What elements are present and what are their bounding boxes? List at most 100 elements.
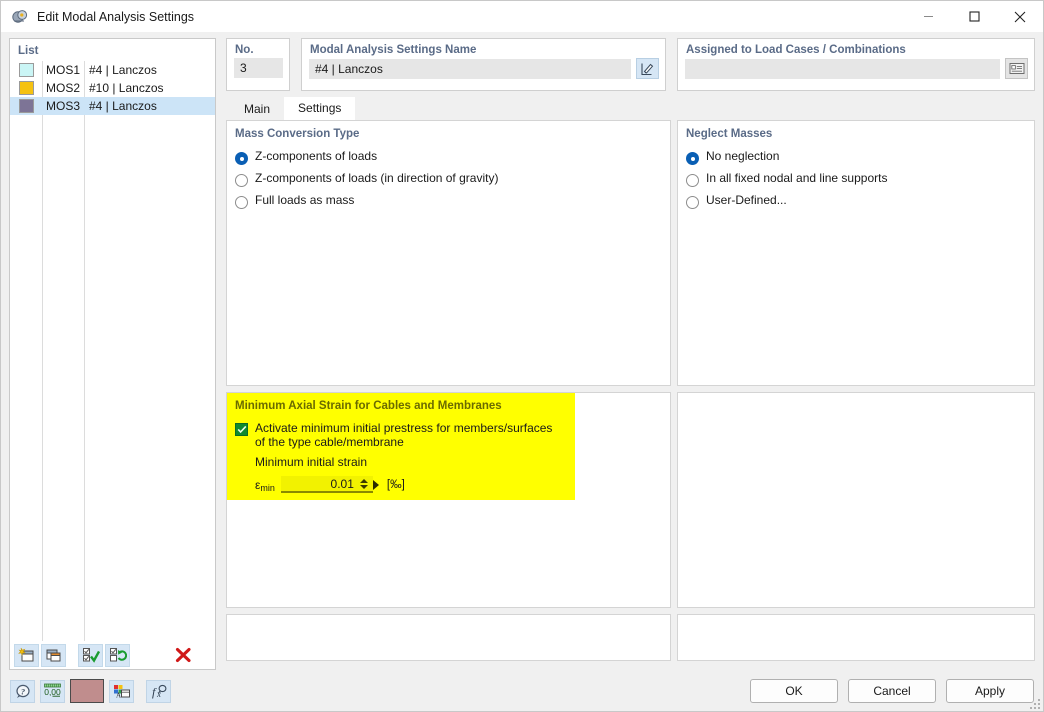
number-input[interactable] bbox=[234, 58, 283, 78]
list-item-id: MOS2 bbox=[46, 81, 81, 95]
minimum-initial-strain-unit: [‰] bbox=[386, 478, 405, 491]
display-properties-button[interactable]: A bbox=[109, 679, 134, 703]
settings-pane: No. Modal Analysis Settings Name bbox=[216, 38, 1035, 671]
list-header-label: List bbox=[18, 45, 39, 57]
spinner-up-icon[interactable] bbox=[360, 478, 369, 483]
minimum-initial-strain-row: εmin 0.01 [‰] bbox=[235, 469, 670, 493]
minimum-initial-strain-label: Minimum initial strain bbox=[255, 455, 368, 469]
radio-label: Full loads as mass bbox=[255, 193, 355, 207]
maximize-button[interactable] bbox=[951, 1, 997, 32]
minimize-button[interactable] bbox=[905, 1, 951, 32]
checkbox-icon bbox=[235, 423, 248, 436]
decimal-places-button[interactable]: 0,00 bbox=[40, 679, 65, 703]
assigned-field-row bbox=[678, 56, 1034, 79]
activate-prestress-checkbox-row[interactable]: Activate minimum initial prestress for m… bbox=[235, 421, 670, 449]
delete-item-button[interactable] bbox=[172, 645, 195, 666]
tab-main[interactable]: Main bbox=[230, 99, 284, 120]
empty-panel-left-3 bbox=[226, 614, 671, 661]
ok-button[interactable]: OK bbox=[750, 679, 838, 703]
radio-option-full-loads[interactable]: Full loads as mass bbox=[235, 193, 670, 215]
name-input[interactable] bbox=[309, 58, 631, 79]
activate-prestress-label-line1: Activate minimum initial prestress for m… bbox=[255, 421, 553, 435]
empty-panel-right-2 bbox=[677, 392, 1035, 608]
list-item[interactable]: MOS1 #4 | Lanczos bbox=[10, 61, 215, 79]
neglect-masses-panel: Neglect Masses No neglection In all fixe… bbox=[677, 120, 1035, 386]
radio-option-fixed-supports[interactable]: In all fixed nodal and line supports bbox=[686, 171, 1034, 193]
panel-row-1: Mass Conversion Type Z-components of loa… bbox=[226, 120, 1035, 386]
tab-settings[interactable]: Settings bbox=[284, 97, 356, 120]
list-picker-icon bbox=[1009, 63, 1024, 74]
list-item-description: #4 | Lanczos bbox=[89, 99, 157, 113]
help-button[interactable]: ? bbox=[10, 679, 35, 703]
header-cards: No. Modal Analysis Settings Name bbox=[226, 38, 1035, 91]
activate-prestress-label-line2: of the type cable/membrane bbox=[255, 435, 404, 449]
list-toolbar bbox=[10, 641, 215, 669]
apply-button[interactable]: Apply bbox=[946, 679, 1034, 703]
copy-item-button[interactable] bbox=[41, 643, 66, 667]
minimum-initial-strain-spinner[interactable]: 0.01 bbox=[280, 476, 373, 493]
mass-conversion-options: Z-components of loads Z-components of lo… bbox=[227, 140, 670, 215]
radio-icon bbox=[235, 174, 248, 187]
assigned-input[interactable] bbox=[685, 58, 1000, 79]
name-field-row bbox=[302, 56, 665, 79]
svg-text:0,00: 0,00 bbox=[44, 687, 61, 697]
cancel-button[interactable]: Cancel bbox=[848, 679, 936, 703]
content-row: List MOS1 #4 | Lanczos MOS2 #10 | Lanczo… bbox=[1, 32, 1043, 671]
list-item[interactable]: MOS2 #10 | Lanczos bbox=[10, 79, 215, 97]
radio-label: In all fixed nodal and line supports bbox=[706, 171, 888, 185]
title-bar: Edit Modal Analysis Settings bbox=[1, 1, 1043, 32]
name-label: Modal Analysis Settings Name bbox=[310, 44, 477, 56]
formula-fx-icon: f x bbox=[152, 684, 167, 699]
list-item-selected[interactable]: MOS3 #4 | Lanczos bbox=[10, 97, 215, 115]
close-button[interactable] bbox=[997, 1, 1043, 32]
new-item-button[interactable] bbox=[14, 643, 39, 667]
radio-option-no-neglection[interactable]: No neglection bbox=[686, 149, 1034, 171]
spinner-arrows[interactable] bbox=[359, 476, 370, 491]
list-item-id: MOS1 bbox=[46, 63, 81, 77]
radio-icon bbox=[686, 196, 699, 209]
color-swatch-icon bbox=[18, 81, 34, 95]
color-swatch-icon bbox=[18, 63, 34, 77]
edit-name-button[interactable] bbox=[636, 58, 659, 79]
invert-selection-button[interactable] bbox=[105, 643, 130, 667]
empty-panel-right-3 bbox=[677, 614, 1035, 661]
activate-prestress-label: Activate minimum initial prestress for m… bbox=[255, 421, 552, 449]
list-item-color-cell[interactable] bbox=[10, 99, 42, 113]
epsilon-min-symbol-label: εmin bbox=[255, 478, 275, 493]
bottom-bar: ? 0,00 A f x OK Cancel Apply bbox=[1, 671, 1043, 711]
list-item-color-cell[interactable] bbox=[10, 63, 42, 77]
radio-option-user-defined[interactable]: User-Defined... bbox=[686, 193, 1034, 215]
assigned-label: Assigned to Load Cases / Combinations bbox=[686, 44, 906, 56]
number-label: No. bbox=[235, 44, 254, 56]
radio-icon bbox=[235, 196, 248, 209]
radio-label: No neglection bbox=[706, 149, 780, 163]
name-card: Modal Analysis Settings Name bbox=[301, 38, 666, 91]
radio-icon bbox=[235, 152, 248, 165]
dialog-buttons: OK Cancel Apply bbox=[750, 679, 1034, 703]
color-swatch-button[interactable] bbox=[70, 679, 104, 703]
panel-row-2: Minimum Axial Strain for Cables and Memb… bbox=[226, 392, 1035, 608]
list-item-color-cell[interactable] bbox=[10, 81, 42, 95]
spinner-down-icon[interactable] bbox=[360, 484, 369, 489]
window-controls bbox=[905, 1, 1043, 32]
epsilon-subscript: min bbox=[260, 482, 275, 493]
list-column-divider bbox=[42, 61, 43, 641]
pencil-edit-icon bbox=[641, 63, 654, 75]
load-case-picker-button[interactable] bbox=[1005, 58, 1028, 79]
formula-button[interactable]: f x bbox=[146, 679, 171, 703]
expand-arrow-icon[interactable] bbox=[372, 479, 379, 490]
radio-option-z-components[interactable]: Z-components of loads bbox=[235, 149, 670, 171]
decimal-places-icon: 0,00 bbox=[44, 683, 61, 697]
svg-text:A: A bbox=[116, 691, 121, 698]
radio-option-z-components-gravity[interactable]: Z-components of loads (in direction of g… bbox=[235, 171, 670, 193]
resize-grip[interactable] bbox=[1028, 697, 1040, 709]
tab-strip: Main Settings bbox=[226, 97, 1035, 120]
select-all-button[interactable] bbox=[78, 643, 103, 667]
neglect-masses-options: No neglection In all fixed nodal and lin… bbox=[678, 140, 1034, 215]
list-column-divider bbox=[84, 61, 85, 641]
list-item-id: MOS3 bbox=[46, 99, 81, 113]
modal-analysis-icon bbox=[11, 8, 29, 26]
list-item-description: #10 | Lanczos bbox=[89, 81, 164, 95]
radio-icon bbox=[686, 174, 699, 187]
radio-label: Z-components of loads (in direction of g… bbox=[255, 171, 499, 185]
